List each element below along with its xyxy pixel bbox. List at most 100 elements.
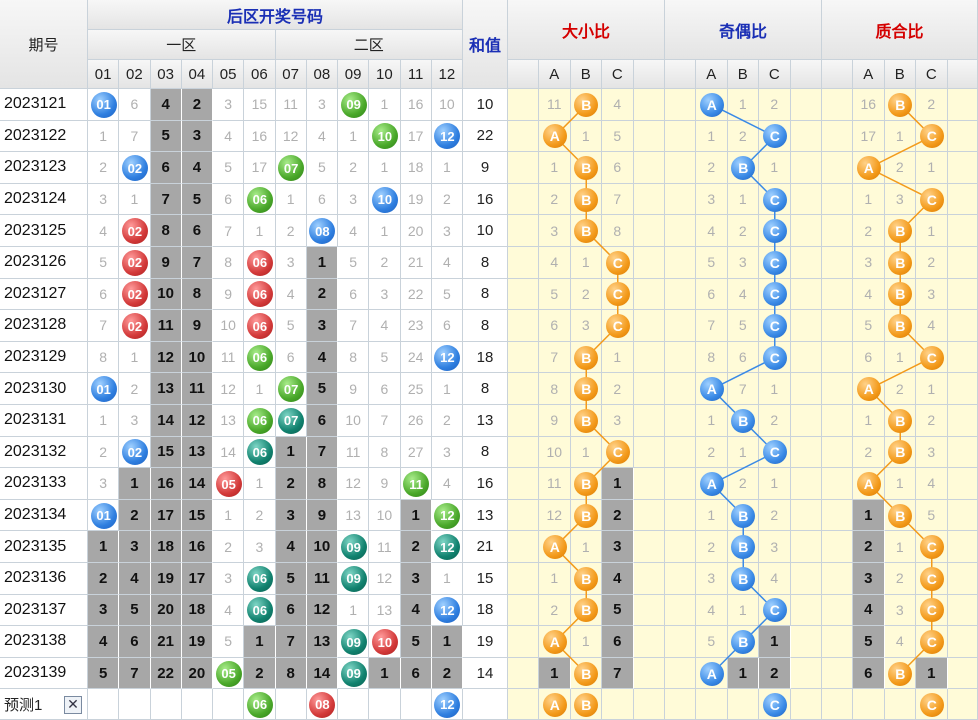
miss-count-cell: 1 — [244, 215, 276, 247]
close-icon[interactable]: ✕ — [64, 695, 82, 714]
size-miss-cell: 1 — [539, 152, 571, 184]
sum-value: 16 — [463, 183, 508, 216]
drawn-number-ball: 11 — [403, 471, 430, 497]
prime-pad — [947, 89, 978, 121]
size-prediction-cell — [602, 689, 634, 720]
parity-ratio-ball: B — [731, 503, 756, 528]
size-miss-cell: 4 — [602, 563, 634, 595]
size-col-c: C — [602, 60, 634, 89]
miss-count-cell: 3 — [213, 563, 245, 595]
issue-number: 2023135 — [0, 531, 88, 563]
size-col-b: B — [570, 60, 602, 89]
size-miss-cell: 8 — [539, 373, 571, 405]
miss-count-cell: 15 — [244, 89, 276, 121]
size-miss-cell: 8 — [602, 215, 634, 247]
prime-miss-cell: 1 — [884, 341, 916, 374]
prime-miss-cell: 2 — [853, 531, 885, 563]
prime-ratio-ball: C — [919, 566, 944, 591]
number-column-header: 12 — [431, 60, 463, 89]
miss-count-cell: 14 — [306, 657, 338, 690]
prime-ratio-ball: C — [919, 345, 944, 370]
miss-count-cell: 16 — [244, 120, 276, 153]
miss-count-cell: 6 — [369, 373, 401, 405]
miss-count-cell: 10 — [338, 405, 370, 437]
miss-count-cell: 1 — [119, 468, 151, 500]
miss-count-cell: 2 — [213, 531, 245, 563]
size-pad — [633, 89, 665, 121]
size-miss-cell: 5 — [602, 594, 634, 627]
parity-ratio-ball: B — [731, 566, 756, 591]
drawn-number-ball: 01 — [90, 502, 117, 529]
size-miss-cell: 11 — [539, 89, 571, 121]
prediction-number-cell — [369, 689, 401, 720]
miss-count-cell: 1 — [400, 499, 432, 532]
parity-miss-cell: 7 — [696, 310, 728, 342]
parity-miss-cell: 4 — [696, 594, 728, 627]
size-miss-cell: 1 — [539, 657, 571, 690]
size-ratio-ball: C — [605, 440, 630, 465]
size-miss-cell: 5 — [539, 278, 571, 311]
miss-count-cell: 5 — [369, 341, 401, 374]
prime-miss-cell: 3 — [853, 247, 885, 279]
issue-number: 2023133 — [0, 468, 88, 500]
sum-value: 9 — [463, 152, 508, 184]
prediction-number-cell — [213, 689, 245, 720]
size-miss-cell: 6 — [602, 152, 634, 184]
number-column-header: 04 — [181, 60, 213, 89]
prime-ratio-ball: C — [919, 630, 944, 654]
column-header-sum: 和值 — [463, 0, 508, 89]
drawn-number-ball: 07 — [278, 155, 305, 181]
miss-count-cell: 6 — [306, 183, 338, 216]
miss-count-cell: 22 — [150, 657, 182, 690]
miss-count-cell: 1 — [119, 341, 151, 374]
miss-count-cell: 24 — [400, 341, 432, 374]
prime-ratio-ball: B — [888, 661, 913, 686]
parity-pad — [665, 373, 696, 405]
miss-count-cell: 5 — [119, 594, 151, 627]
parity-pad — [790, 468, 822, 500]
prime-pad — [947, 499, 978, 532]
prime-pad-header — [947, 60, 978, 89]
miss-count-cell: 5 — [88, 657, 120, 690]
size-pad — [508, 626, 539, 658]
parity-miss-cell: 3 — [727, 247, 759, 279]
prime-pad — [947, 626, 978, 658]
miss-count-cell: 11 — [181, 373, 213, 405]
miss-count-cell: 11 — [306, 563, 338, 595]
miss-count-cell: 5 — [338, 247, 370, 279]
parity-miss-cell: 1 — [759, 373, 791, 405]
miss-count-cell: 2 — [338, 152, 370, 184]
prime-miss-cell: 2 — [884, 373, 916, 405]
miss-count-cell: 10 — [213, 310, 245, 342]
prime-pad — [822, 657, 853, 690]
parity-miss-cell: 1 — [727, 594, 759, 627]
miss-count-cell: 2 — [400, 531, 432, 563]
size-pad — [633, 341, 665, 374]
miss-count-cell: 7 — [306, 436, 338, 469]
miss-count-cell: 6 — [306, 405, 338, 437]
miss-count-cell: 3 — [119, 531, 151, 563]
miss-count-cell: 9 — [150, 247, 182, 279]
prediction-number-cell — [150, 689, 182, 720]
drawn-number-ball: 09 — [340, 629, 367, 655]
prediction-number-cell — [275, 689, 307, 720]
parity-miss-cell: 6 — [727, 341, 759, 374]
sum-value: 18 — [463, 341, 508, 374]
parity-prediction-cell — [696, 689, 728, 720]
miss-count-cell: 20 — [150, 594, 182, 627]
miss-count-cell: 3 — [119, 405, 151, 437]
prime-pad — [947, 310, 978, 342]
size-pad — [633, 183, 665, 216]
prime-pad — [822, 247, 853, 279]
miss-count-cell: 7 — [119, 120, 151, 153]
miss-count-cell: 11 — [275, 89, 307, 121]
prime-ratio-ball: B — [888, 408, 913, 433]
miss-count-cell: 9 — [306, 499, 338, 532]
parity-ratio-ball: C — [762, 250, 787, 275]
miss-count-cell: 13 — [213, 405, 245, 437]
miss-count-cell: 19 — [400, 183, 432, 216]
parity-ratio-ball: A — [699, 92, 724, 117]
miss-count-cell: 3 — [338, 183, 370, 216]
size-pad — [633, 405, 665, 437]
parity-ratio-ball: C — [762, 440, 787, 465]
